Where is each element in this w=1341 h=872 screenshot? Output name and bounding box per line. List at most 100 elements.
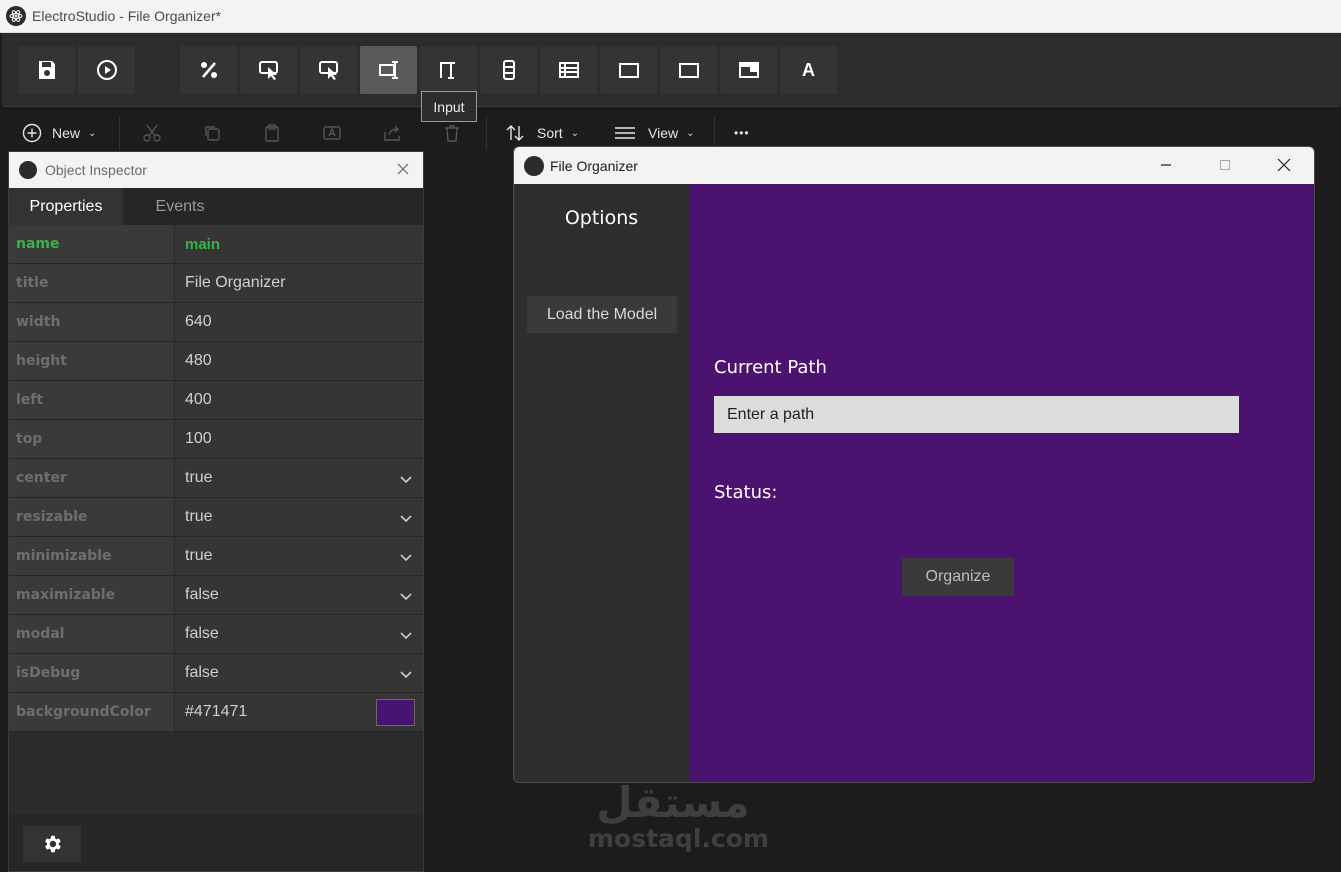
color-swatch[interactable] <box>376 699 415 726</box>
property-key: title <box>9 264 175 302</box>
chevron-down-icon: ⌄ <box>570 127 580 139</box>
preview-window: File Organizer Options Load the Model Cu… <box>513 146 1315 783</box>
property-dropdown[interactable]: true <box>175 537 423 575</box>
property-key: top <box>9 420 175 458</box>
view-label: View <box>648 125 679 141</box>
property-key: maximizable <box>9 576 175 614</box>
watermark: مستقل mostaql.com <box>588 778 769 858</box>
property-key: isDebug <box>9 654 175 692</box>
rectangle-alt-tool-button[interactable] <box>660 46 717 94</box>
close-icon[interactable] <box>1276 157 1292 173</box>
percent-icon <box>200 62 217 78</box>
trash-icon <box>445 125 459 142</box>
inspector-footer <box>9 814 423 871</box>
tooltip: Input <box>421 91 477 122</box>
minimize-icon[interactable] <box>1158 157 1174 173</box>
property-value[interactable]: #471471 <box>175 693 423 731</box>
view-button[interactable]: View ⌄ <box>614 118 694 148</box>
text-tool-button[interactable]: A <box>780 46 837 94</box>
sort-label: Sort <box>537 125 563 141</box>
main-toolbar: A <box>2 33 1341 107</box>
settings-button[interactable] <box>23 826 81 862</box>
divider <box>486 116 487 150</box>
watermark-arabic: مستقل <box>596 778 750 827</box>
percent-tool-button[interactable] <box>180 46 237 94</box>
more-icon: ••• <box>734 126 750 140</box>
rectangle-icon <box>618 63 639 78</box>
text-icon: A <box>802 59 815 80</box>
property-dropdown[interactable]: false <box>175 615 423 653</box>
property-key: height <box>9 342 175 380</box>
property-dropdown[interactable]: true <box>175 498 423 536</box>
button-alt-tool-button[interactable] <box>300 46 357 94</box>
copy-icon <box>205 126 220 141</box>
maximize-icon[interactable] <box>1217 157 1233 173</box>
inspector-titlebar: Object Inspector <box>9 152 423 188</box>
preview-sidebar: Options Load the Model <box>514 184 689 782</box>
preview-title: File Organizer <box>550 157 638 174</box>
tab-events[interactable]: Events <box>123 188 237 225</box>
property-dropdown[interactable]: true <box>175 459 423 497</box>
run-button[interactable] <box>78 46 135 94</box>
properties-grid: name main title File Organizer width 640… <box>9 225 423 732</box>
property-row: center true <box>9 459 423 498</box>
app-root: ElectroStudio - File Organizer* A Input … <box>0 0 1341 872</box>
rectangle-tool-button[interactable] <box>600 46 657 94</box>
dropdown-value: true <box>185 469 213 486</box>
tab-properties[interactable]: Properties <box>9 188 123 225</box>
paste-button[interactable] <box>260 121 284 145</box>
share-button[interactable] <box>380 121 404 145</box>
dropdown-value: false <box>185 625 219 642</box>
column-tool-button[interactable] <box>480 46 537 94</box>
gear-icon <box>45 835 61 853</box>
property-row: modal false <box>9 615 423 654</box>
property-key: minimizable <box>9 537 175 575</box>
property-value[interactable]: 640 <box>175 303 423 341</box>
new-button[interactable]: New ⌄ <box>22 118 96 148</box>
dropdown-value: false <box>185 586 219 603</box>
input-tool-button[interactable] <box>360 46 417 94</box>
property-value[interactable]: 400 <box>175 381 423 419</box>
list-tool-button[interactable] <box>540 46 597 94</box>
property-row: top 100 <box>9 420 423 459</box>
property-row: name main <box>9 225 423 264</box>
window-tool-button[interactable] <box>720 46 777 94</box>
view-icon <box>615 127 635 139</box>
input-icon <box>378 61 398 79</box>
save-button[interactable] <box>18 46 75 94</box>
window-icon <box>738 62 759 78</box>
property-key: resizable <box>9 498 175 536</box>
rectangle-alt-icon <box>678 63 699 78</box>
load-model-button[interactable]: Load the Model <box>527 296 677 333</box>
chevron-down-icon <box>400 671 412 679</box>
dropdown-value: true <box>185 508 213 525</box>
cut-button[interactable] <box>140 121 164 145</box>
delete-button[interactable] <box>440 121 464 145</box>
property-dropdown[interactable]: false <box>175 654 423 692</box>
label-tool-button[interactable] <box>420 46 477 94</box>
more-button[interactable]: ••• <box>734 118 750 148</box>
property-value[interactable]: File Organizer <box>175 264 423 302</box>
property-key: modal <box>9 615 175 653</box>
object-inspector: Object Inspector Properties Events name … <box>8 151 424 872</box>
property-key: backgroundColor <box>9 693 175 731</box>
close-icon[interactable] <box>395 161 411 177</box>
chevron-down-icon <box>400 593 412 601</box>
sort-button[interactable]: Sort ⌄ <box>505 118 579 148</box>
property-dropdown[interactable]: false <box>175 576 423 614</box>
copy-button[interactable] <box>200 121 224 145</box>
property-key: center <box>9 459 175 497</box>
property-row: minimizable true <box>9 537 423 576</box>
property-value[interactable]: 480 <box>175 342 423 380</box>
rename-icon <box>323 126 341 140</box>
play-icon <box>96 60 117 80</box>
organize-button[interactable]: Organize <box>902 558 1014 596</box>
property-value[interactable]: 100 <box>175 420 423 458</box>
path-input[interactable] <box>714 396 1239 433</box>
electron-logo-icon <box>6 6 26 26</box>
status-label: Status: <box>714 482 778 503</box>
rename-button[interactable] <box>320 121 344 145</box>
button-tool-button[interactable] <box>240 46 297 94</box>
property-value[interactable]: main <box>175 225 423 263</box>
preview-titlebar: File Organizer <box>514 147 1314 184</box>
